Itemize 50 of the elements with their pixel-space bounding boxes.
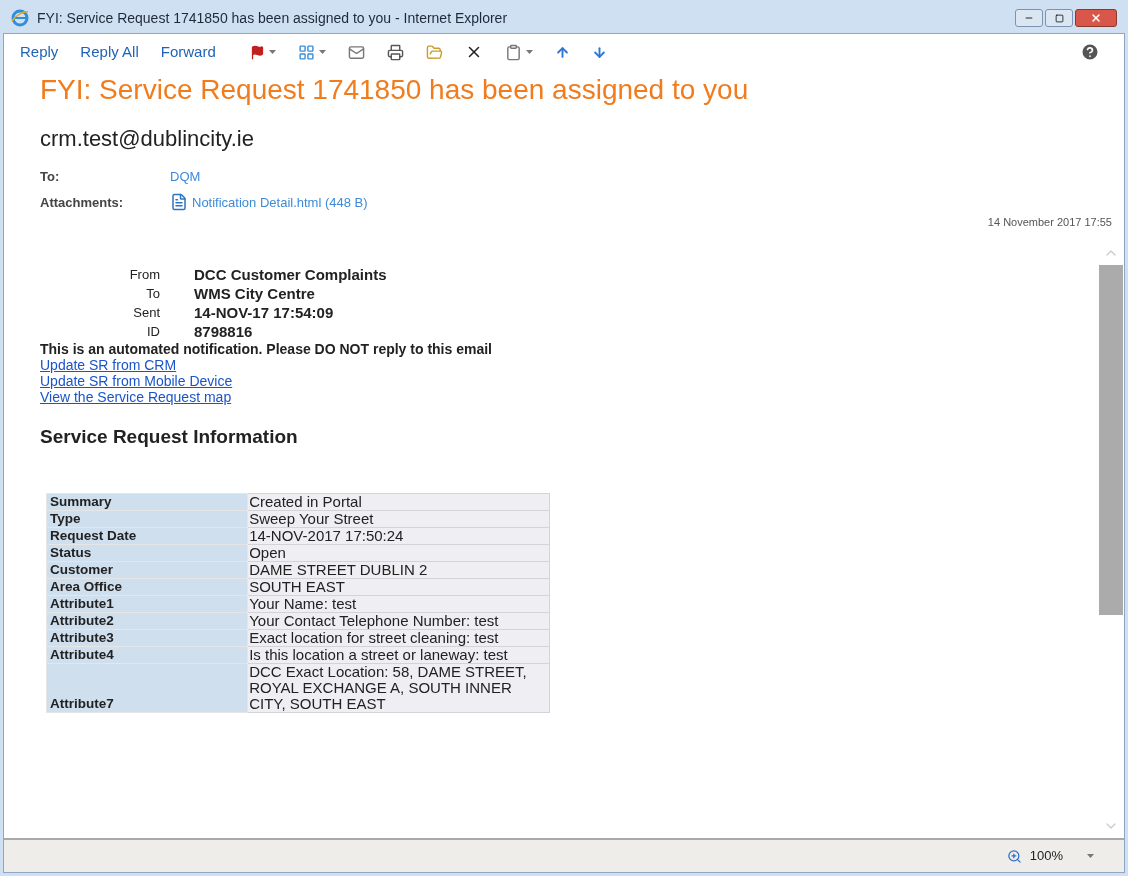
attachment-icon	[170, 193, 188, 212]
sender-address: crm.test@dublincity.ie	[39, 125, 255, 153]
field-label: Attachments:	[40, 193, 125, 212]
mail-icon[interactable]	[347, 43, 365, 61]
header-field-value: 8798816	[194, 321, 254, 341]
table-value-cell: Created in Portal	[247, 493, 550, 511]
header-field-label: ID	[146, 322, 160, 341]
header-field-value: DCC Customer Complaints	[194, 264, 387, 284]
body-link[interactable]: View the Service Request map	[40, 388, 232, 405]
caret-icon[interactable]	[525, 50, 533, 54]
caret-icon[interactable]	[1087, 854, 1094, 858]
close-button[interactable]	[1075, 9, 1117, 27]
scrollbar-thumb[interactable]	[1099, 264, 1123, 615]
zoom-level[interactable]: 100%	[1029, 846, 1063, 866]
print-icon[interactable]	[386, 43, 404, 61]
body-link[interactable]: Update SR from Mobile Device	[40, 372, 233, 389]
field-label: To:	[40, 168, 61, 186]
toolbar-action[interactable]: Reply	[20, 40, 59, 64]
header-field-label: Sent	[132, 303, 160, 322]
toolbar-action[interactable]: Forward	[160, 40, 216, 64]
table-label-cell: Summary	[46, 493, 248, 511]
help-icon[interactable]	[1080, 42, 1100, 62]
table-label-cell: Attribute7	[46, 663, 248, 713]
zoom-icon[interactable]	[1006, 848, 1022, 864]
table-value-cell: DCC Exact Location: 58, DAME STREET, ROYAL EXCHANGE A, SOUTH INNER CITY, SOUTH EAST	[247, 663, 550, 713]
recipient-link[interactable]: DQM	[170, 167, 201, 187]
maximize-icon	[1054, 13, 1064, 23]
browser-icon	[11, 9, 29, 27]
message-date: 14 November 2017 17:55	[987, 215, 1112, 230]
folder-icon[interactable]	[425, 43, 443, 61]
close-icon	[1090, 12, 1102, 24]
flag-icon[interactable]	[249, 44, 265, 60]
categories-icon[interactable]	[297, 43, 315, 61]
maximize-button[interactable]	[1045, 9, 1073, 27]
header-field-label: To	[145, 284, 160, 303]
notice-text: This is an automated notification. Please DO NOT reply to this email	[40, 340, 493, 357]
clipboard-icon[interactable]	[504, 43, 522, 61]
section-title: Service Request Information	[40, 424, 299, 449]
header-field-label: From	[128, 265, 160, 284]
window-title: FYI: Service Request 1741850 has been assigned to you - Internet Explorer	[37, 8, 509, 28]
body-link[interactable]: Update SR from CRM	[40, 356, 177, 373]
caret-icon[interactable]	[318, 50, 326, 54]
caret-icon[interactable]	[268, 50, 276, 54]
minimize-button[interactable]	[1015, 9, 1043, 27]
header-field-value: 14-NOV-17 17:54:09	[194, 302, 335, 322]
attachment-link[interactable]: Notification Detail.html (448 B)	[192, 192, 368, 212]
toolbar-action[interactable]: Reply All	[80, 40, 139, 64]
arrow-down-icon[interactable]	[591, 44, 607, 60]
header-field-value: WMS City Centre	[194, 283, 316, 303]
message-subject: FYI: Service Request 1741850 has been assigned to you	[39, 73, 750, 107]
